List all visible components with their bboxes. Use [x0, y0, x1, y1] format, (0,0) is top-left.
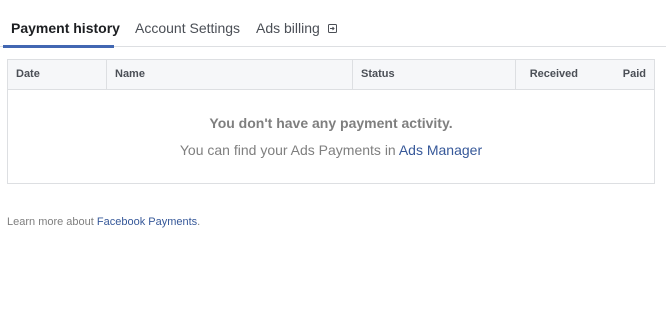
footer-period: . — [197, 216, 201, 228]
column-header-paid[interactable]: Paid — [586, 60, 654, 89]
empty-state-message: You can find your Ads Payments in Ads Ma… — [8, 142, 654, 158]
external-link-icon — [327, 24, 337, 33]
tab-bar: Payment history Account Settings Ads bil… — [0, 0, 666, 48]
column-header-date[interactable]: Date — [8, 60, 106, 89]
facebook-payments-link[interactable]: Facebook Payments — [97, 216, 197, 228]
column-header-name[interactable]: Name — [106, 60, 352, 89]
empty-state-title: You don't have any payment activity. — [209, 115, 453, 131]
payment-history-table: Date Name Status Received Paid You don't… — [7, 59, 655, 184]
footer-note: Learn more about Facebook Payments. — [7, 216, 200, 228]
empty-state-message-text: You can find your Ads Payments in — [179, 142, 399, 158]
column-header-received[interactable]: Received — [515, 60, 586, 89]
footer-text: Learn more about — [7, 216, 97, 228]
ads-manager-link[interactable]: Ads Manager — [399, 142, 482, 158]
payments-page: Payment history Account Settings Ads bil… — [0, 0, 670, 313]
tab-ads-billing-label: Ads billing — [256, 20, 320, 36]
table-header: Date Name Status Received Paid — [8, 60, 654, 90]
tab-account-settings[interactable]: Account Settings — [135, 0, 240, 47]
column-header-status[interactable]: Status — [352, 60, 515, 89]
empty-state: You don't have any payment activity. You… — [8, 90, 654, 184]
active-tab-indicator — [3, 45, 114, 48]
tab-account-settings-label: Account Settings — [135, 20, 241, 36]
tab-payment-history-label: Payment history — [11, 20, 120, 36]
tab-payment-history[interactable]: Payment history — [3, 0, 120, 48]
tab-ads-billing[interactable]: Ads billing — [256, 0, 337, 47]
